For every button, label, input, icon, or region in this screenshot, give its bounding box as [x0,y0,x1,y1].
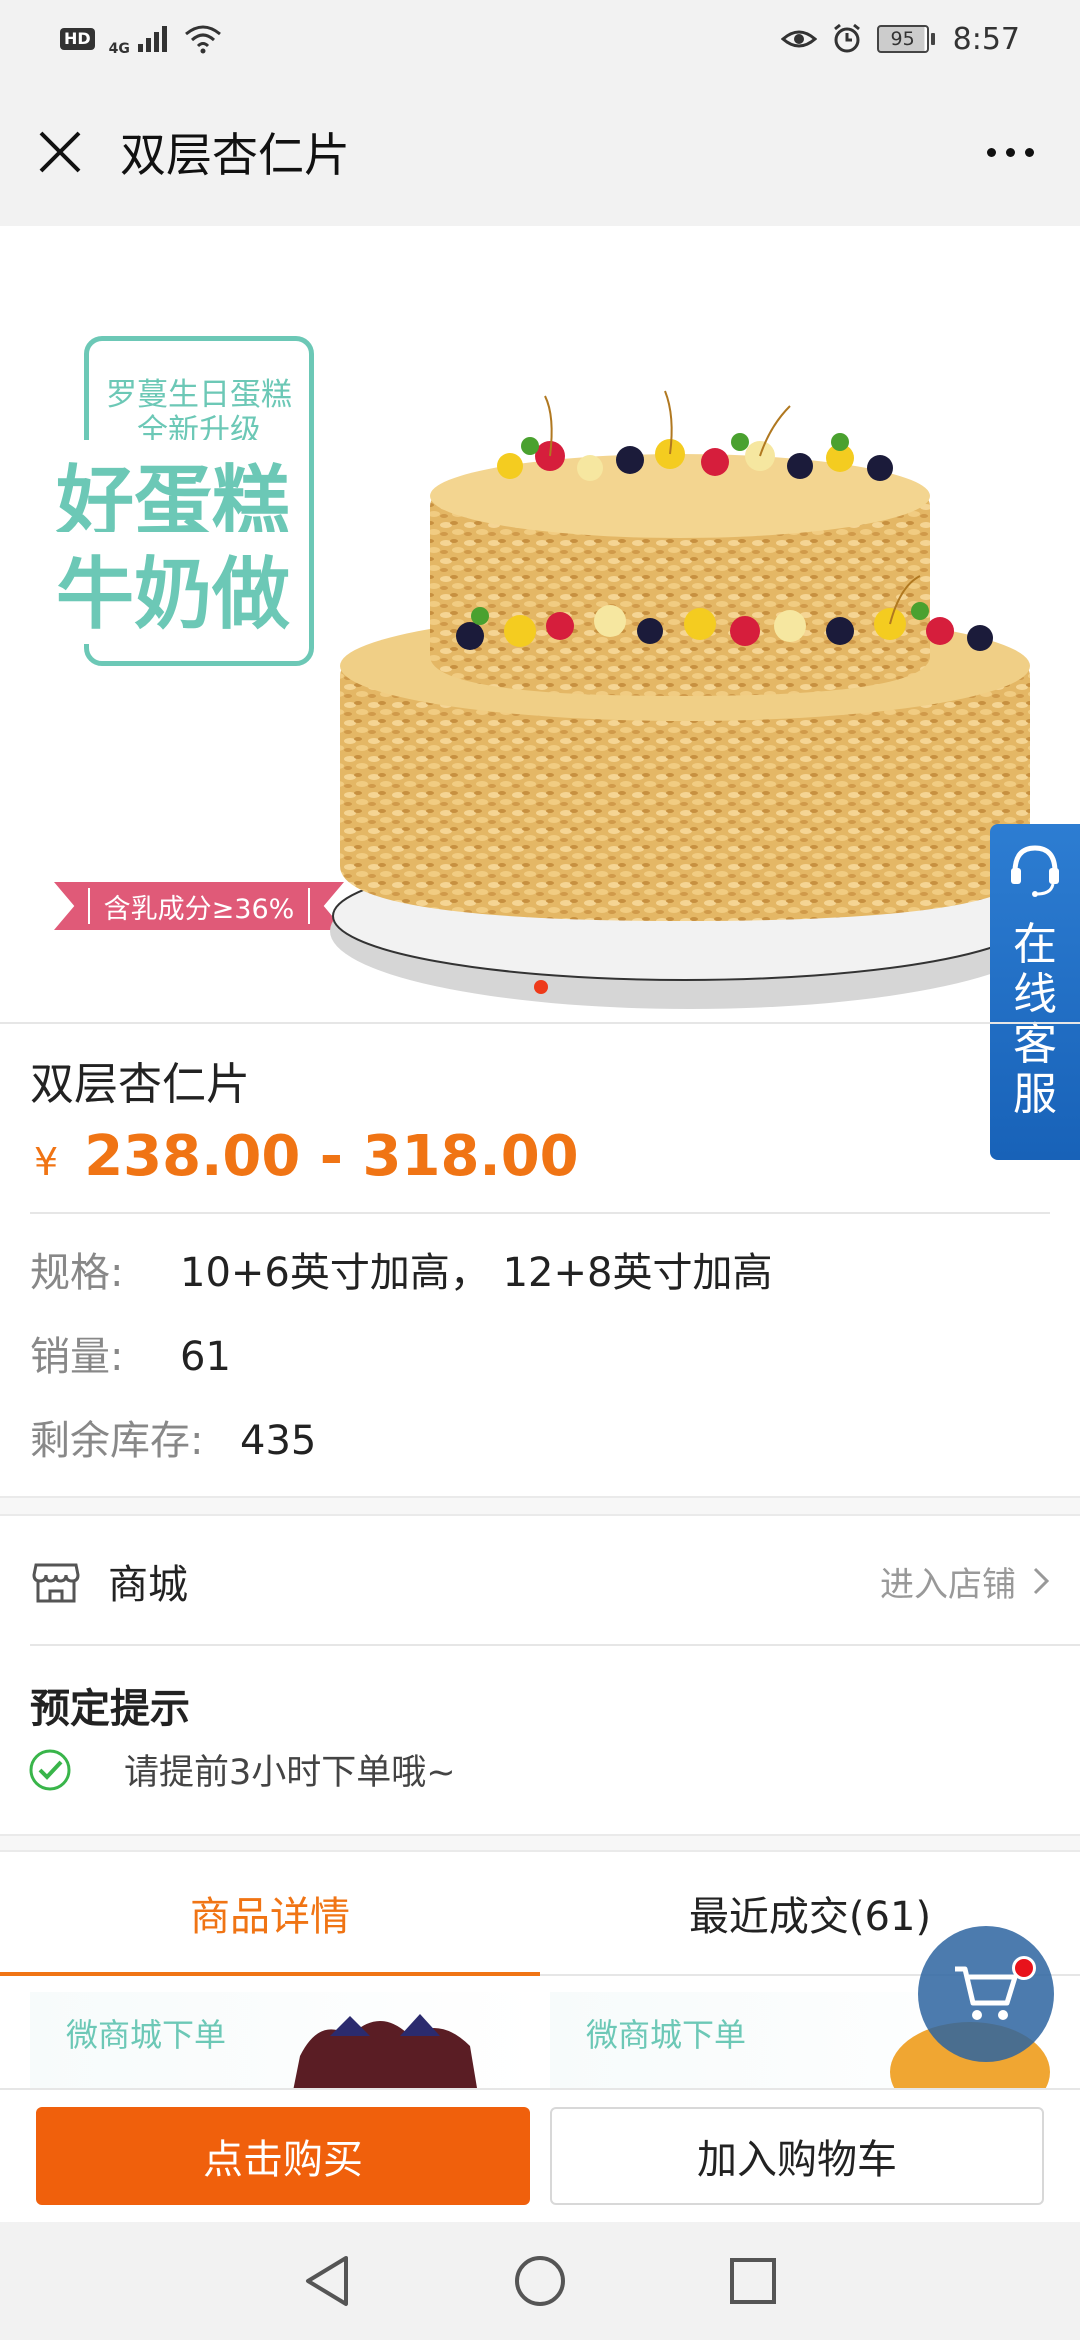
network-type: 4G [108,41,130,57]
app-header: 双层杏仁片 [0,78,1080,226]
more-dot-icon [1005,147,1015,157]
battery-indicator: 95 [876,25,935,53]
product-image-carousel[interactable]: 罗蔓生日蛋糕 全新升级 好蛋糕 牛奶做 含乳成分≥36% [0,226,1080,1024]
sales-value: 61 [180,1334,231,1380]
add-to-cart-button[interactable]: 加入购物车 [550,2107,1044,2205]
signal-icon [137,26,167,52]
status-right: 95 8:57 [780,21,1020,57]
stock-value: 435 [240,1418,317,1464]
buy-now-button[interactable]: 点击购买 [36,2107,530,2205]
spec-row: 规格: 10+6英寸加高， 12+8英寸加高 [30,1240,772,1298]
ribbon-text: 含乳成分≥36% [87,888,311,925]
shopping-cart-icon [955,1966,1018,2020]
recents-square-icon [730,2258,777,2304]
nav-recents-button[interactable] [718,2246,788,2316]
divider [30,1644,1080,1646]
close-icon [39,131,81,173]
sales-row: 销量: 61 [30,1324,231,1382]
more-dot-icon [1024,147,1034,157]
nav-back-button[interactable] [292,2246,362,2316]
online-service-tab[interactable]: 在线客服 [990,824,1080,1160]
status-left: HD 4G [60,21,222,57]
close-button[interactable] [30,122,90,182]
enter-store-label: 进入店铺 [880,1564,1016,1605]
divider [30,1212,1050,1214]
detail-tabs: 商品详情 最近成交(61) [0,1852,1080,1976]
online-service-label: 在线客服 [1013,919,1057,1120]
spec-label: 规格: [30,1250,124,1296]
headset-icon [1011,845,1059,897]
hd-badge: HD [60,28,95,50]
cake-thumbnail-image [293,2014,477,2088]
cake-image [330,390,1050,1009]
eye-icon [780,30,817,48]
carousel-indicator-dot [534,980,548,994]
product-name: 双层杏仁片 [30,1059,250,1110]
chevron-right-icon [1033,1567,1050,1595]
detail-card: 微商城下单 [30,1992,540,2088]
price-range: 238.00 - 318.00 [84,1124,579,1189]
promo-ribbon: 含乳成分≥36% [54,882,344,930]
notice-title: 预定提示 [30,1686,190,1732]
clock: 8:57 [952,21,1020,57]
detail-card-text: 微商城下单 [586,2016,747,2054]
store-row[interactable]: 商城 进入店铺 [0,1518,1080,1644]
system-nav-bar [0,2222,1080,2340]
more-options-button[interactable] [970,122,1050,182]
floating-cart-button[interactable] [918,1926,1054,2062]
store-icon [32,1563,80,1603]
enter-store-link[interactable]: 进入店铺 [880,1557,1050,1606]
currency-symbol: ¥ [34,1140,59,1184]
battery-cap [930,33,935,45]
promo-headline-2: 牛奶做 [56,532,295,644]
stock-row: 剩余库存: 435 [30,1408,316,1466]
wifi-icon [184,25,221,54]
bottom-action-bar: 点击购买 加入购物车 [0,2088,1080,2222]
section-gap [0,1834,1080,1852]
home-circle-icon [514,2256,565,2306]
page-title: 双层杏仁片 [120,128,350,182]
tab-product-details[interactable]: 商品详情 [0,1852,540,1976]
nav-home-button[interactable] [505,2246,575,2316]
alarm-icon [833,23,860,53]
cart-badge-dot [1012,1956,1036,1980]
status-bar: HD 4G 95 8:57 [0,0,1080,78]
spec-value: 10+6英寸加高， 12+8英寸加高 [180,1250,773,1296]
divider [0,1022,1080,1024]
notice-row: 请提前3小时下单哦~ [28,1744,456,1795]
detail-card-text: 微商城下单 [66,2016,227,2054]
check-circle-icon [29,1749,71,1790]
sales-label: 销量: [30,1334,124,1380]
notice-text: 请提前3小时下单哦~ [124,1753,456,1793]
store-label: 商城 [108,1562,188,1608]
section-gap [0,1496,1080,1516]
battery-level: 95 [876,25,929,53]
price-row: ¥ 238.00 - 318.00 [34,1124,579,1189]
back-triangle-icon [305,2256,348,2306]
stock-label: 剩余库存: [30,1418,204,1464]
more-dot-icon [986,147,996,157]
